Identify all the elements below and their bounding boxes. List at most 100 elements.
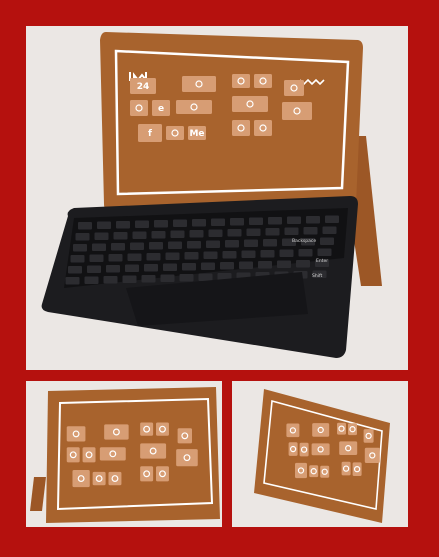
gingerbread-tablet bbox=[100, 32, 363, 211]
key bbox=[170, 230, 185, 238]
tile bbox=[363, 429, 374, 443]
tile bbox=[339, 441, 358, 455]
tile bbox=[99, 447, 126, 461]
key bbox=[92, 243, 106, 251]
kickstand-left bbox=[30, 477, 46, 511]
key bbox=[182, 263, 196, 271]
key bbox=[227, 229, 242, 237]
key bbox=[265, 228, 280, 236]
tile bbox=[166, 126, 184, 140]
tile bbox=[254, 74, 272, 88]
key bbox=[201, 262, 215, 270]
key bbox=[165, 252, 180, 260]
key bbox=[184, 252, 199, 260]
key bbox=[246, 228, 261, 236]
key bbox=[317, 248, 332, 256]
tile bbox=[140, 443, 167, 459]
key bbox=[97, 221, 111, 229]
key bbox=[258, 261, 272, 269]
key bbox=[149, 242, 163, 250]
key bbox=[306, 216, 320, 224]
key bbox=[87, 265, 101, 273]
key bbox=[298, 249, 313, 257]
key bbox=[206, 240, 220, 248]
key bbox=[103, 276, 118, 284]
key bbox=[244, 239, 258, 247]
key bbox=[113, 232, 128, 240]
tile bbox=[312, 423, 330, 437]
tile bbox=[156, 466, 169, 482]
tile bbox=[176, 449, 198, 467]
key-enter-label: Enter bbox=[316, 258, 328, 264]
key bbox=[154, 220, 168, 228]
tile bbox=[295, 462, 307, 479]
tile bbox=[232, 120, 250, 136]
key bbox=[122, 275, 137, 283]
tile bbox=[364, 447, 380, 464]
angled-view-photo bbox=[232, 381, 408, 527]
key bbox=[75, 233, 90, 241]
key bbox=[325, 215, 339, 223]
key bbox=[108, 254, 123, 262]
key bbox=[222, 251, 237, 259]
key bbox=[78, 222, 92, 230]
tile bbox=[104, 424, 129, 440]
tile bbox=[282, 102, 312, 120]
tile bbox=[140, 466, 154, 482]
tile bbox=[156, 422, 169, 436]
key bbox=[168, 241, 182, 249]
tile bbox=[140, 422, 154, 436]
main-photo: 24 e f Me Backspace Enter Shift bbox=[26, 26, 408, 370]
tile bbox=[311, 443, 330, 456]
tile bbox=[82, 447, 96, 463]
key bbox=[125, 264, 139, 272]
front-view-photo bbox=[26, 381, 222, 527]
tile bbox=[108, 471, 122, 486]
key bbox=[135, 220, 149, 228]
tile bbox=[130, 100, 148, 116]
key bbox=[160, 274, 175, 282]
key bbox=[187, 241, 201, 249]
key bbox=[179, 274, 194, 282]
key bbox=[279, 249, 294, 257]
key bbox=[68, 266, 82, 274]
tile bbox=[284, 80, 304, 96]
key bbox=[296, 260, 310, 268]
key bbox=[220, 262, 234, 270]
tile bbox=[66, 447, 80, 463]
key bbox=[89, 254, 104, 262]
key bbox=[322, 226, 337, 234]
key bbox=[208, 229, 223, 237]
key bbox=[303, 227, 318, 235]
angled-view-canvas bbox=[254, 389, 390, 523]
key bbox=[106, 265, 120, 273]
tile-label: e bbox=[158, 104, 164, 114]
key bbox=[94, 232, 109, 240]
key bbox=[116, 221, 130, 229]
tile bbox=[286, 423, 300, 438]
key bbox=[320, 237, 334, 245]
key bbox=[230, 218, 244, 226]
key bbox=[249, 217, 263, 225]
key bbox=[284, 227, 299, 235]
key bbox=[260, 250, 275, 258]
key bbox=[146, 253, 161, 261]
key bbox=[130, 242, 144, 250]
key bbox=[198, 273, 213, 281]
key bbox=[211, 218, 225, 226]
key-shift-label: Shift bbox=[312, 273, 322, 279]
tile-label: 24 bbox=[137, 82, 150, 92]
front-view-canvas bbox=[30, 387, 220, 523]
key bbox=[127, 253, 142, 261]
tile bbox=[182, 76, 216, 92]
tile bbox=[176, 100, 212, 114]
key bbox=[225, 240, 239, 248]
key bbox=[203, 251, 218, 259]
key bbox=[173, 219, 187, 227]
tile bbox=[72, 470, 90, 488]
key bbox=[277, 260, 291, 268]
key bbox=[132, 231, 147, 239]
key-backspace-label: Backspace bbox=[292, 238, 316, 244]
key bbox=[151, 231, 166, 239]
tile bbox=[254, 120, 272, 136]
